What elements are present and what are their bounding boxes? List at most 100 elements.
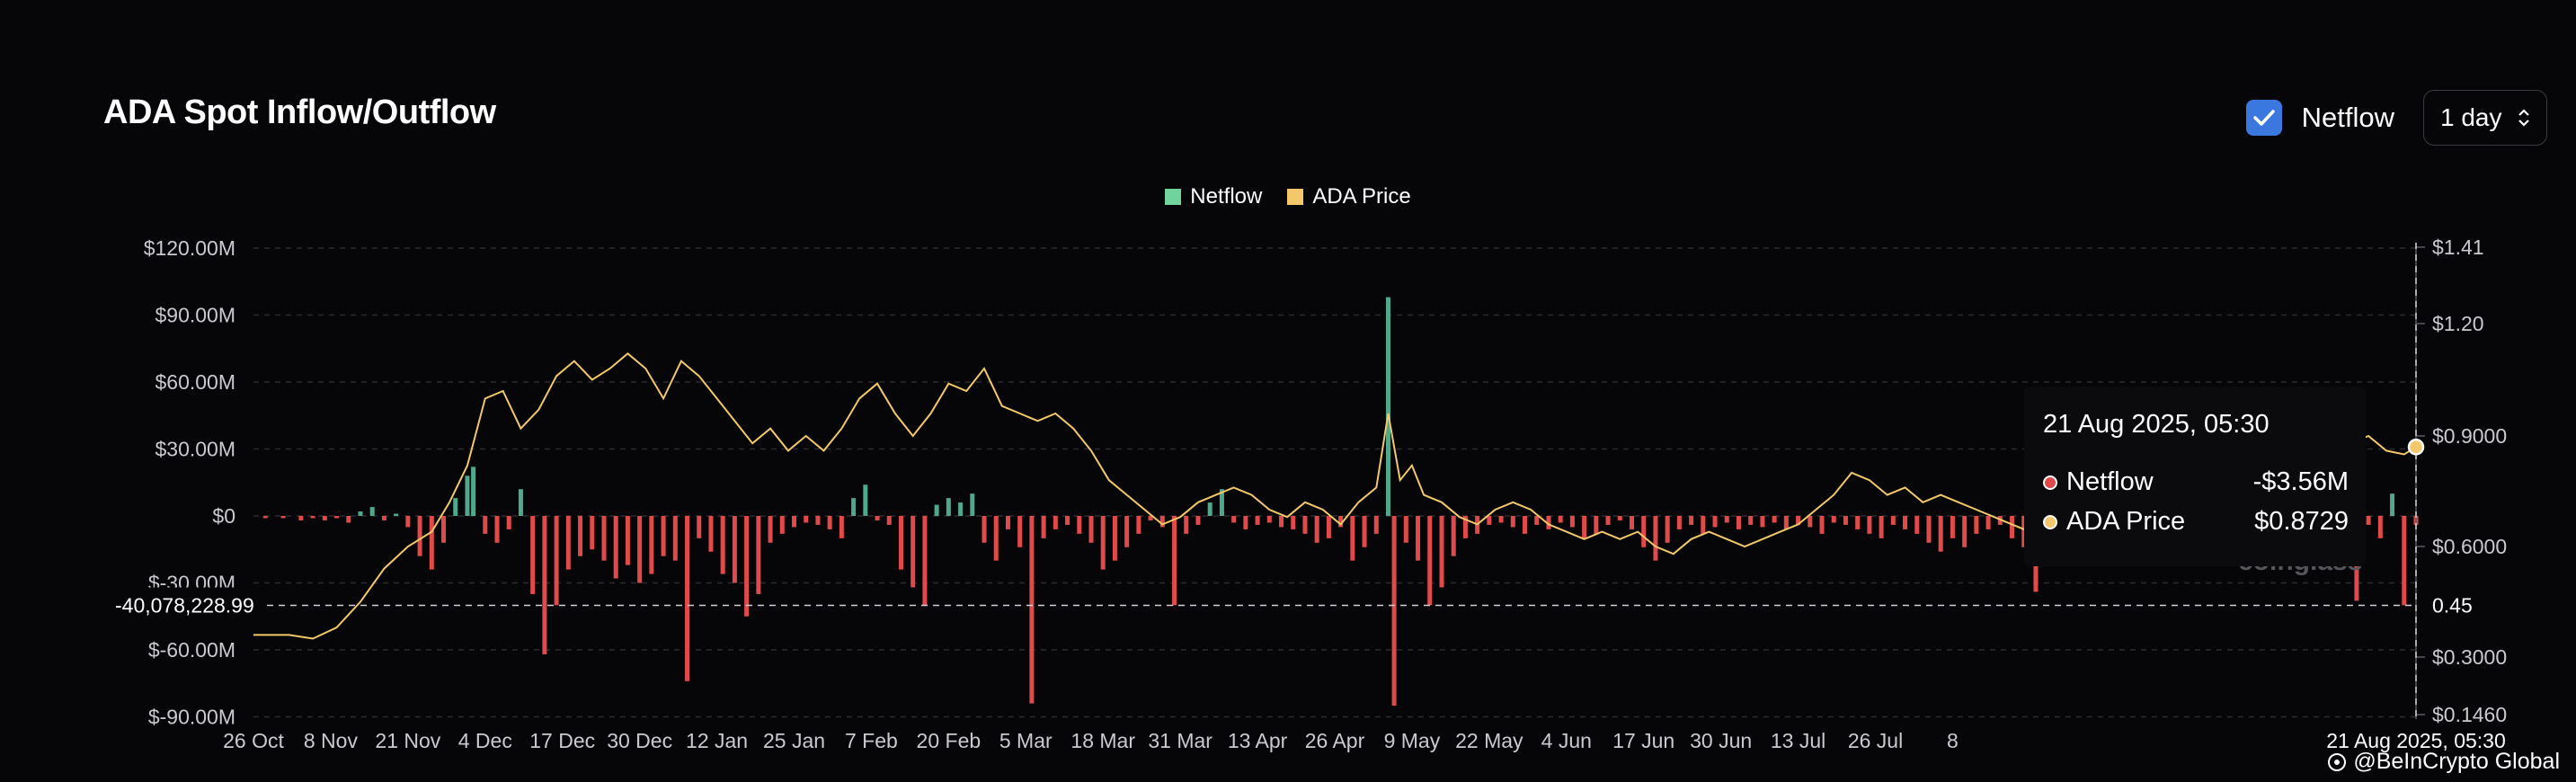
x-tick-label: 30 Jun [1690,729,1752,752]
netflow-bar [381,516,386,520]
netflow-bar [405,516,411,528]
netflow-bar [1914,516,1920,534]
y-right-tick-label: $1.20 [2432,312,2484,335]
netflow-bar [453,498,458,516]
netflow-bar [441,516,447,543]
netflow-bar [1053,516,1058,529]
netflow-bar [1065,516,1070,525]
netflow-bar [1207,502,1212,516]
netflow-bar [322,516,327,520]
x-tick-label: 22 May [1455,729,1523,752]
netflow-bar [1416,516,1421,561]
netflow-bar [993,516,999,561]
netflow-bar [394,513,399,516]
y-right-tick-label: $0.6000 [2432,535,2507,558]
netflow-bar [1427,516,1433,606]
netflow-bar [1974,516,1979,534]
netflow-bar [1772,516,1777,523]
netflow-bar [1451,516,1456,556]
crosshair-left-label: -40,078,228.99 [115,594,254,618]
netflow-bar [1950,516,1955,538]
netflow-bar [1748,516,1754,525]
netflow-bar [1676,516,1682,529]
x-tick-label: 17 Dec [529,729,595,752]
netflow-bar [1819,516,1825,534]
netflow-bar [1855,516,1861,529]
netflow-bar [1985,516,1991,529]
x-tick-label: 21 Nov [375,729,440,752]
netflow-bar [1641,516,1647,547]
tooltip-dot-price [2043,514,2057,529]
netflow-bar [1523,516,1528,534]
netflow-bar [637,516,643,583]
netflow-bar [1926,516,1932,543]
netflow-bar [685,516,690,681]
y-left-tick-label: $120.00M [144,236,235,260]
netflow-bar [554,516,559,606]
netflow-bar [934,504,939,516]
netflow-bar [1077,516,1082,534]
y-right-tick-label: $0.1460 [2432,703,2507,726]
netflow-bar [1100,516,1106,570]
x-tick-label: 4 Jun [1541,729,1592,752]
netflow-bar [1831,516,1836,523]
netflow-bar [601,516,607,561]
y-left-tick-label: $60.00M [155,370,235,394]
tooltip-dot-netflow [2043,475,2057,490]
netflow-bar [613,516,618,579]
netflow-bar [578,516,583,556]
netflow-bar [506,516,511,529]
netflow-bar [1736,516,1741,529]
tooltip-price-value: $0.8729 [2254,507,2349,536]
netflow-bar [779,516,785,534]
y-left-tick-label: $-90.00M [148,706,235,729]
netflow-bar [1362,516,1367,547]
netflow-bar [1350,516,1355,561]
netflow-bar [708,516,714,552]
netflow-bar [310,516,315,519]
tooltip-date: 21 Aug 2025, 05:30 [2043,410,2270,439]
netflow-bar [720,516,725,574]
netflow-bar [1385,297,1390,516]
netflow-bar [346,516,351,523]
netflow-bar [1172,516,1177,606]
y-right-tick-label: $1.41 [2432,235,2484,259]
netflow-bar [1184,516,1189,534]
netflow-bar [697,516,702,538]
netflow-bar [1962,516,1968,547]
netflow-bar [1088,516,1094,543]
netflow-bar [1291,516,1296,529]
netflow-bar [1760,516,1765,528]
x-tick-label: 8 [1947,729,1959,752]
tooltip-row-netflow: Netflow -$3.56M [2043,467,2349,497]
netflow-bar [732,516,737,583]
netflow-bar [1665,516,1670,543]
netflow-bar [1112,516,1117,561]
netflow-bar [1510,516,1515,528]
netflow-bar [910,516,916,588]
netflow-bar [649,516,654,574]
netflow-bar [1487,516,1492,525]
netflow-bar [946,498,951,516]
x-tick-label: 7 Feb [845,729,898,752]
beincrypto-logo-icon [2328,752,2347,771]
netflow-bar [1534,516,1540,525]
branding-text: @BeInCrypto Global [2353,749,2560,774]
netflow-bar [1938,516,1943,552]
netflow-bar [429,516,434,570]
netflow-bar [1255,516,1260,525]
netflow-bar [1029,516,1035,704]
netflow-bar [625,516,630,565]
netflow-bar [756,516,761,594]
netflow-bar [518,489,523,516]
y-left-tick-label: $30.00M [155,438,235,461]
x-tick-label: 20 Feb [917,729,982,752]
x-tick-label: 26 Jul [1848,729,1903,752]
netflow-bar [1783,516,1789,529]
y-right-tick-label: $0.3000 [2432,645,2507,669]
netflow-bar [280,516,286,519]
netflow-bar [851,498,857,516]
x-tick-label: 30 Dec [607,729,672,752]
netflow-bar [1279,516,1284,528]
x-tick-label: 9 May [1384,729,1441,752]
